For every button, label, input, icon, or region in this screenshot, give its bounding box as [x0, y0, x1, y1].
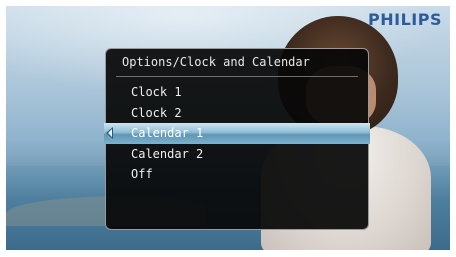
menu-item-calendar-2[interactable]: Calendar 2 — [106, 144, 368, 165]
options-menu: Options/Clock and Calendar Clock 1 Clock… — [104, 48, 370, 230]
menu-item-label: Calendar 2 — [131, 146, 204, 161]
menu-item-clock-2[interactable]: Clock 2 — [106, 103, 368, 124]
photo-background: PHILIPS Options/Clock and Calendar Clock… — [6, 6, 450, 250]
menu-item-label: Calendar 1 — [131, 126, 204, 140]
menu-item-calendar-1[interactable]: Calendar 1 — [104, 123, 370, 144]
menu-item-label: Off — [131, 167, 153, 181]
menu-title: Options/Clock and Calendar — [122, 55, 310, 69]
menu-divider — [116, 76, 358, 77]
menu-list: Clock 1 Clock 2 Calendar 1 Calendar 2 Of… — [104, 82, 370, 185]
menu-item-off[interactable]: Off — [106, 164, 368, 185]
back-arrow-icon[interactable] — [106, 127, 113, 139]
device-frame: PHILIPS Options/Clock and Calendar Clock… — [0, 0, 456, 257]
menu-item-label: Clock 2 — [131, 105, 182, 120]
brand-logo: PHILIPS — [368, 10, 442, 29]
menu-item-label: Clock 1 — [131, 85, 182, 99]
menu-item-clock-1[interactable]: Clock 1 — [106, 82, 368, 103]
